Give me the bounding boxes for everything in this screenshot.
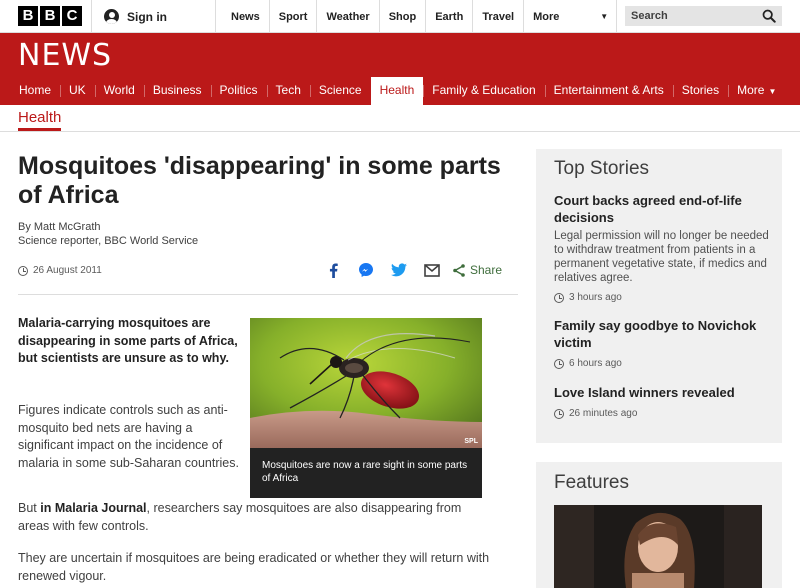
paragraph-text: But (18, 501, 41, 515)
story-time-text: 6 hours ago (569, 358, 622, 369)
twitter-icon (391, 263, 407, 277)
news-nav-politics[interactable]: Politics (210, 77, 267, 105)
global-nav-earth[interactable]: Earth (426, 0, 474, 33)
feature-image (554, 505, 762, 588)
top-story-item[interactable]: Love Island winners revealed 26 minutes … (554, 384, 769, 419)
article-intro: Malaria-carrying mosquitoes are disappea… (18, 316, 238, 365)
clock-icon (554, 292, 564, 303)
article-headline: Mosquitoes 'disappearing' in some parts … (18, 152, 501, 209)
news-nav-health[interactable]: Health (370, 77, 424, 105)
story-timestamp: 3 hours ago (554, 292, 769, 303)
news-nav: Home UK World Business Politics Tech Sci… (0, 77, 800, 105)
feature-photo[interactable] (554, 505, 762, 588)
story-timestamp: 6 hours ago (554, 358, 769, 369)
user-icon (104, 9, 119, 24)
top-stories-heading: Top Stories (554, 158, 650, 179)
news-nav-science[interactable]: Science (309, 77, 371, 105)
features-heading: Features (554, 472, 629, 493)
twitter-share-button[interactable] (391, 262, 407, 278)
article-paragraph: They are uncertain if mosquitoes are bei… (18, 551, 490, 583)
global-nav-travel[interactable]: Travel (473, 0, 525, 33)
messenger-icon (359, 263, 373, 277)
sign-in-label: Sign in (127, 9, 167, 24)
sign-in-link[interactable]: Sign in (91, 0, 216, 33)
news-nav-entertainment-arts[interactable]: Entertainment & Arts (544, 77, 673, 105)
clock-icon (554, 408, 564, 419)
news-nav-tech[interactable]: Tech (266, 77, 310, 105)
article-paragraph: Figures indicate controls such as anti-m… (18, 403, 239, 470)
story-title[interactable]: Court backs agreed end-of-life decisions (554, 192, 769, 226)
news-nav-more-label: More (737, 83, 765, 97)
search-placeholder: Search (631, 10, 668, 22)
bbc-global-header: B B C Sign in News Sport Weather Shop Ea… (0, 0, 800, 33)
share-button[interactable]: Share (453, 263, 502, 277)
global-nav: News Sport Weather Shop Earth Travel Mor… (222, 0, 618, 33)
section-heading-health[interactable]: Health (18, 109, 62, 131)
news-nav-business[interactable]: Business (143, 77, 211, 105)
article-figure: SPL Mosquitoes are now a rare sight in s… (250, 318, 482, 498)
mosquito-image (250, 318, 482, 448)
image-caption: Mosquitoes are now a rare sight in some … (250, 448, 482, 498)
article-date-text: 26 August 2011 (33, 265, 102, 276)
byline-author: By Matt McGrath (18, 221, 101, 233)
malaria-journal-link[interactable]: in Malaria Journal (40, 501, 146, 515)
logo-letter-b1: B (18, 6, 38, 26)
bbc-logo[interactable]: B B C (18, 6, 82, 26)
news-nav-family-education[interactable]: Family & Education (423, 77, 544, 105)
top-story-item[interactable]: Court backs agreed end-of-life decisions… (554, 192, 769, 303)
story-timestamp: 26 minutes ago (554, 408, 769, 419)
share-icon (453, 263, 465, 277)
story-time-text: 26 minutes ago (569, 408, 638, 419)
news-logo[interactable]: NEWS (18, 38, 112, 73)
top-stories-panel: Top Stories Court backs agreed end-of-li… (536, 149, 782, 443)
news-nav-uk[interactable]: UK (60, 77, 95, 105)
news-banner: NEWS Home UK World Business Politics Tec… (0, 33, 800, 105)
divider (0, 131, 800, 132)
top-story-item[interactable]: Family say goodbye to Novichok victim 6 … (554, 317, 769, 369)
clock-icon (18, 265, 28, 276)
logo-letter-b2: B (40, 6, 60, 26)
article-date: 26 August 2011 (18, 265, 102, 276)
search-input[interactable]: Search (625, 6, 782, 26)
email-icon (424, 263, 440, 277)
global-nav-weather[interactable]: Weather (317, 0, 380, 33)
email-share-button[interactable] (424, 262, 440, 278)
search-icon[interactable] (762, 9, 776, 23)
logo-letter-c: C (62, 6, 82, 26)
image-credit: SPL (464, 438, 478, 445)
story-title[interactable]: Love Island winners revealed (554, 384, 769, 401)
caret-down-icon: ▼ (600, 12, 609, 21)
global-nav-more-button[interactable]: More ▼ (524, 0, 618, 33)
news-nav-world[interactable]: World (94, 77, 144, 105)
story-title[interactable]: Family say goodbye to Novichok victim (554, 317, 769, 351)
caret-down-icon: ▼ (768, 87, 777, 96)
facebook-share-button[interactable] (325, 262, 341, 278)
story-time-text: 3 hours ago (569, 292, 622, 303)
news-nav-home[interactable]: Home (10, 77, 60, 105)
news-nav-stories[interactable]: Stories (672, 77, 728, 105)
global-nav-more-label: More (533, 10, 560, 23)
clock-icon (554, 358, 564, 369)
news-nav-more-button[interactable]: More ▼ (728, 77, 785, 105)
facebook-icon (329, 262, 338, 278)
global-nav-sport[interactable]: Sport (270, 0, 318, 33)
article-paragraph: But in Malaria Journal, researchers say … (18, 500, 493, 535)
share-label: Share (470, 263, 503, 277)
divider (18, 294, 518, 295)
share-tools: Share (325, 262, 502, 278)
global-nav-news[interactable]: News (222, 0, 270, 33)
global-nav-shop[interactable]: Shop (380, 0, 427, 33)
mosquito-photo: SPL (250, 318, 482, 448)
story-summary: Legal permission will no longer be neede… (554, 230, 769, 284)
messenger-share-button[interactable] (358, 262, 374, 278)
features-panel: Features (536, 462, 782, 588)
byline-role: Science reporter, BBC World Service (18, 235, 199, 247)
